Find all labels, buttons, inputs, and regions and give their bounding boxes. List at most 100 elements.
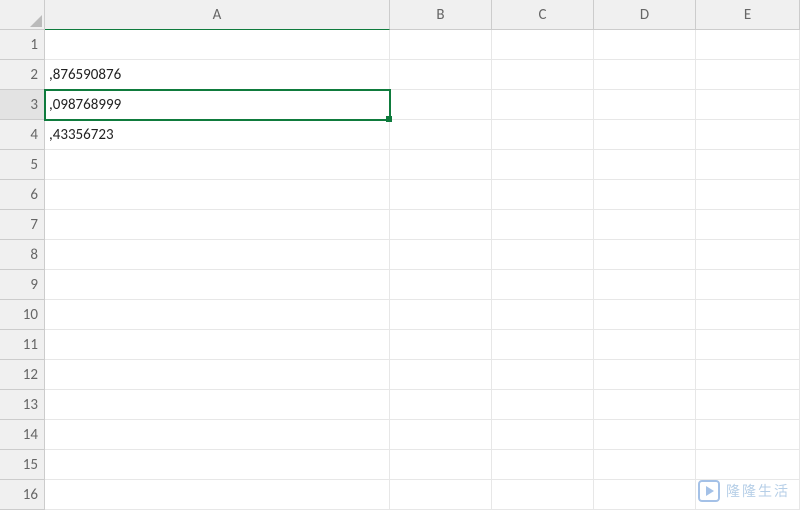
cell-B10[interactable] xyxy=(390,300,492,330)
cell-D6[interactable] xyxy=(594,180,696,210)
cell-E12[interactable] xyxy=(696,360,800,390)
column-header-E[interactable]: E xyxy=(696,0,800,30)
cell-D13[interactable] xyxy=(594,390,696,420)
cell-B11[interactable] xyxy=(390,330,492,360)
cell-C6[interactable] xyxy=(492,180,594,210)
cell-B15[interactable] xyxy=(390,450,492,480)
cell-D5[interactable] xyxy=(594,150,696,180)
cell-A12[interactable] xyxy=(45,360,390,390)
cell-C8[interactable] xyxy=(492,240,594,270)
column-header-B[interactable]: B xyxy=(390,0,492,30)
column-header-A[interactable]: A xyxy=(45,0,390,30)
row-header-8[interactable]: 8 xyxy=(0,240,45,270)
cell-A13[interactable] xyxy=(45,390,390,420)
cell-E5[interactable] xyxy=(696,150,800,180)
cell-A4[interactable]: ,43356723 xyxy=(45,120,390,150)
cell-A7[interactable] xyxy=(45,210,390,240)
cell-E3[interactable] xyxy=(696,90,800,120)
cell-C2[interactable] xyxy=(492,60,594,90)
cell-D16[interactable] xyxy=(594,480,696,510)
cell-C10[interactable] xyxy=(492,300,594,330)
cell-C11[interactable] xyxy=(492,330,594,360)
cell-B13[interactable] xyxy=(390,390,492,420)
cell-A16[interactable] xyxy=(45,480,390,510)
cell-D14[interactable] xyxy=(594,420,696,450)
cell-D9[interactable] xyxy=(594,270,696,300)
select-all-corner[interactable] xyxy=(0,0,45,30)
cell-C13[interactable] xyxy=(492,390,594,420)
cell-B1[interactable] xyxy=(390,30,492,60)
row-header-13[interactable]: 13 xyxy=(0,390,45,420)
cell-E14[interactable] xyxy=(696,420,800,450)
cell-E8[interactable] xyxy=(696,240,800,270)
cell-D3[interactable] xyxy=(594,90,696,120)
cell-E6[interactable] xyxy=(696,180,800,210)
cell-B7[interactable] xyxy=(390,210,492,240)
row-header-5[interactable]: 5 xyxy=(0,150,45,180)
cell-D10[interactable] xyxy=(594,300,696,330)
cell-A9[interactable] xyxy=(45,270,390,300)
cell-E9[interactable] xyxy=(696,270,800,300)
cell-E1[interactable] xyxy=(696,30,800,60)
cell-A6[interactable] xyxy=(45,180,390,210)
cell-B6[interactable] xyxy=(390,180,492,210)
cell-A11[interactable] xyxy=(45,330,390,360)
cell-B2[interactable] xyxy=(390,60,492,90)
cell-E7[interactable] xyxy=(696,210,800,240)
cell-C1[interactable] xyxy=(492,30,594,60)
cell-A1[interactable] xyxy=(45,30,390,60)
row-header-1[interactable]: 1 xyxy=(0,30,45,60)
cell-E10[interactable] xyxy=(696,300,800,330)
column-header-C[interactable]: C xyxy=(492,0,594,30)
cell-C9[interactable] xyxy=(492,270,594,300)
cell-D7[interactable] xyxy=(594,210,696,240)
cell-D1[interactable] xyxy=(594,30,696,60)
cell-A10[interactable] xyxy=(45,300,390,330)
row-header-7[interactable]: 7 xyxy=(0,210,45,240)
row-header-12[interactable]: 12 xyxy=(0,360,45,390)
row-header-4[interactable]: 4 xyxy=(0,120,45,150)
cell-C15[interactable] xyxy=(492,450,594,480)
cell-C7[interactable] xyxy=(492,210,594,240)
cell-E2[interactable] xyxy=(696,60,800,90)
cell-E15[interactable] xyxy=(696,450,800,480)
cell-B3[interactable] xyxy=(390,90,492,120)
cell-C5[interactable] xyxy=(492,150,594,180)
row-header-2[interactable]: 2 xyxy=(0,60,45,90)
cell-C3[interactable] xyxy=(492,90,594,120)
row-header-16[interactable]: 16 xyxy=(0,480,45,510)
cell-E13[interactable] xyxy=(696,390,800,420)
cell-B14[interactable] xyxy=(390,420,492,450)
cell-A5[interactable] xyxy=(45,150,390,180)
cell-A14[interactable] xyxy=(45,420,390,450)
cell-D15[interactable] xyxy=(594,450,696,480)
row-header-11[interactable]: 11 xyxy=(0,330,45,360)
cell-E11[interactable] xyxy=(696,330,800,360)
cell-D8[interactable] xyxy=(594,240,696,270)
row-header-10[interactable]: 10 xyxy=(0,300,45,330)
cell-A8[interactable] xyxy=(45,240,390,270)
cell-B12[interactable] xyxy=(390,360,492,390)
cell-B8[interactable] xyxy=(390,240,492,270)
cell-C14[interactable] xyxy=(492,420,594,450)
row-header-3[interactable]: 3 xyxy=(0,90,45,120)
cell-D2[interactable] xyxy=(594,60,696,90)
row-header-9[interactable]: 9 xyxy=(0,270,45,300)
cell-D12[interactable] xyxy=(594,360,696,390)
cell-C12[interactable] xyxy=(492,360,594,390)
cell-A15[interactable] xyxy=(45,450,390,480)
cell-D11[interactable] xyxy=(594,330,696,360)
cell-B5[interactable] xyxy=(390,150,492,180)
cell-D4[interactable] xyxy=(594,120,696,150)
row-header-15[interactable]: 15 xyxy=(0,450,45,480)
row-header-6[interactable]: 6 xyxy=(0,180,45,210)
cell-B9[interactable] xyxy=(390,270,492,300)
cell-B16[interactable] xyxy=(390,480,492,510)
cell-C4[interactable] xyxy=(492,120,594,150)
cell-A3[interactable]: ,098768999 xyxy=(45,90,390,120)
row-header-14[interactable]: 14 xyxy=(0,420,45,450)
cell-A2[interactable]: ,876590876 xyxy=(45,60,390,90)
cell-B4[interactable] xyxy=(390,120,492,150)
column-header-D[interactable]: D xyxy=(594,0,696,30)
cell-E4[interactable] xyxy=(696,120,800,150)
